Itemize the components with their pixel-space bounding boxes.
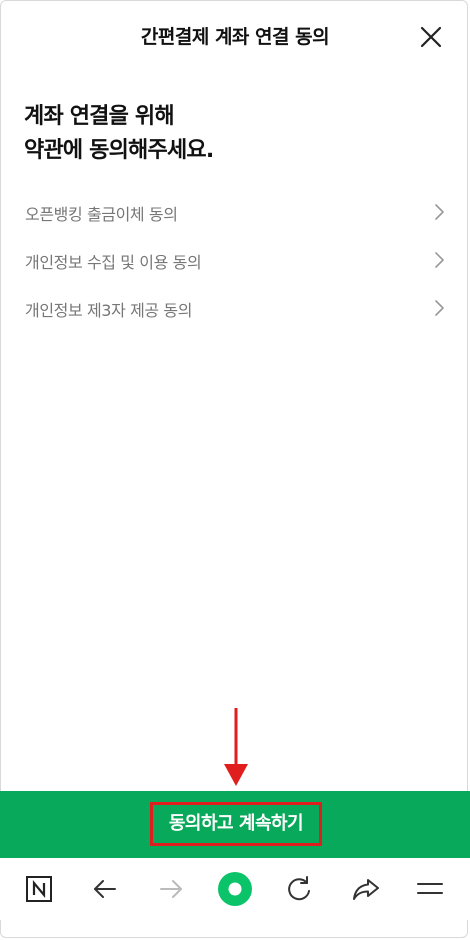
green-dot-icon[interactable] <box>217 871 253 907</box>
term-label: 개인정보 제3자 제공 동의 <box>25 301 193 320</box>
browser-bottom-bar <box>0 858 470 920</box>
term-item-openbanking[interactable]: 오픈뱅킹 출금이체 동의 <box>0 188 470 236</box>
main-heading: 계좌 연결을 위해 약관에 동의해주세요. <box>24 100 214 168</box>
term-item-privacy-collection[interactable]: 개인정보 수집 및 이용 동의 <box>0 236 470 284</box>
term-label: 오픈뱅킹 출금이체 동의 <box>25 205 178 224</box>
agree-continue-button[interactable]: 동의하고 계속하기 <box>0 791 470 858</box>
close-icon[interactable] <box>418 24 444 50</box>
agree-continue-label: 동의하고 계속하기 <box>150 802 322 846</box>
heading-line-1: 계좌 연결을 위해 <box>24 104 175 129</box>
chevron-right-icon <box>435 204 444 220</box>
term-item-privacy-third-party[interactable]: 개인정보 제3자 제공 동의 <box>0 284 470 332</box>
forward-arrow-icon[interactable] <box>153 871 189 907</box>
page-title: 간편결제 계좌 연결 동의 <box>140 26 330 48</box>
term-label: 개인정보 수집 및 이용 동의 <box>25 253 202 272</box>
heading-line-2: 약관에 동의해주세요. <box>24 138 214 163</box>
back-arrow-icon[interactable] <box>87 871 123 907</box>
chevron-right-icon <box>435 252 444 268</box>
header: 간편결제 계좌 연결 동의 <box>0 0 470 74</box>
refresh-icon[interactable] <box>281 871 317 907</box>
share-icon[interactable] <box>348 871 384 907</box>
menu-icon[interactable] <box>412 871 448 907</box>
terms-list: 오픈뱅킹 출금이체 동의 개인정보 수집 및 이용 동의 개인정보 제3자 제공… <box>0 188 470 332</box>
down-arrow-annotation-icon <box>224 708 248 786</box>
naver-home-icon[interactable] <box>21 871 57 907</box>
chevron-right-icon <box>435 300 444 316</box>
